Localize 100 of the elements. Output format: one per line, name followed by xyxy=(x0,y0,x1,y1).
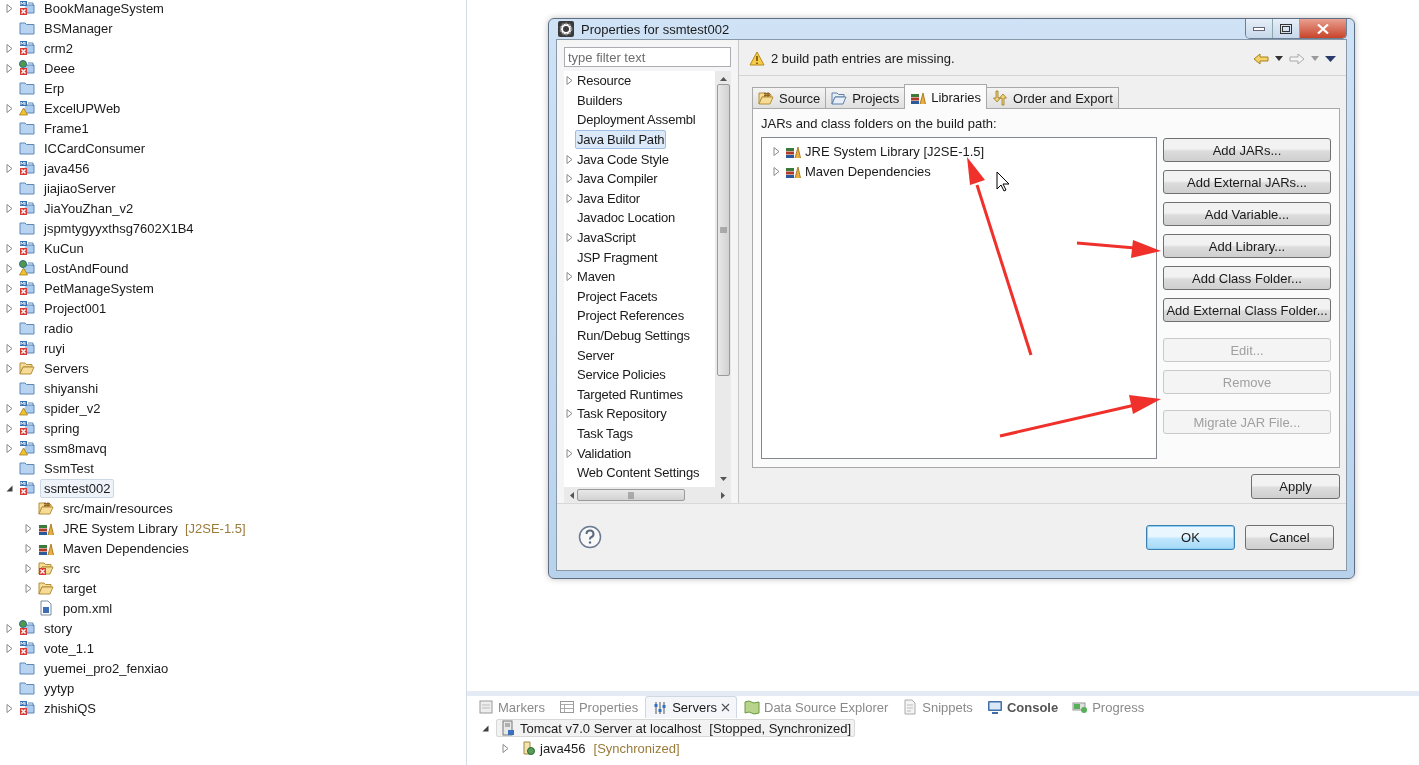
view-tab[interactable]: Console xyxy=(979,696,1066,718)
expand-arrow-icon[interactable] xyxy=(24,563,33,573)
category-item[interactable]: Javadoc Location xyxy=(575,208,677,228)
expand-arrow-icon[interactable] xyxy=(5,163,14,173)
expand-arrow-icon[interactable] xyxy=(5,103,14,113)
view-tab[interactable]: Progress xyxy=(1065,696,1152,718)
project-item[interactable]: ExcelUPWeb xyxy=(40,98,125,118)
expand-arrow-icon[interactable] xyxy=(565,448,574,458)
expand-arrow-icon[interactable] xyxy=(5,363,14,373)
project-item[interactable]: ssm8mavq xyxy=(40,438,111,458)
tab[interactable]: Projects xyxy=(825,87,906,108)
expand-arrow-icon[interactable] xyxy=(5,623,14,633)
project-item[interactable]: shiyanshi xyxy=(40,378,103,398)
category-item[interactable]: JavaScript xyxy=(575,228,638,248)
tab[interactable]: Order and Export xyxy=(986,87,1119,108)
expand-arrow-icon[interactable] xyxy=(5,43,14,53)
category-item[interactable]: Resource xyxy=(575,71,634,91)
ok-button[interactable]: OK xyxy=(1146,524,1235,550)
category-item[interactable]: Validation xyxy=(575,443,634,463)
help-icon[interactable] xyxy=(578,525,602,549)
expand-arrow-icon[interactable] xyxy=(565,193,574,203)
category-item[interactable]: Java Code Style xyxy=(575,149,671,169)
scroll-down-icon[interactable] xyxy=(719,477,727,481)
project-item[interactable]: src xyxy=(59,558,85,578)
project-item[interactable]: src/main/resources xyxy=(59,498,177,518)
project-item[interactable]: LostAndFound xyxy=(40,258,133,278)
category-item[interactable]: Project Facets xyxy=(575,286,660,306)
expand-arrow-icon[interactable] xyxy=(772,146,781,156)
project-item[interactable]: BSManager xyxy=(40,18,117,38)
tab[interactable]: Libraries xyxy=(904,84,988,109)
category-item[interactable]: Task Repository xyxy=(575,404,669,424)
expand-arrow-icon[interactable] xyxy=(5,203,14,213)
category-item[interactable]: Task Tags xyxy=(575,424,635,443)
expand-arrow-icon[interactable] xyxy=(5,403,14,413)
expand-arrow-icon[interactable] xyxy=(565,154,574,164)
tab[interactable]: Source xyxy=(752,87,827,108)
server-item[interactable]: Tomcat v7.0 Server at localhost [Stopped, Synchronized] xyxy=(496,719,855,737)
category-item[interactable]: Server xyxy=(575,345,617,365)
expand-arrow-icon[interactable] xyxy=(24,523,33,533)
expand-arrow-icon[interactable] xyxy=(5,303,14,313)
category-item[interactable]: Web Content Settings xyxy=(575,463,702,483)
project-item[interactable]: ssmtest002 xyxy=(40,478,115,498)
side-button[interactable]: Add JARs... xyxy=(1163,138,1331,162)
project-item[interactable]: jiajiaoServer xyxy=(40,178,120,198)
category-item[interactable]: Deployment Assembl xyxy=(575,110,698,130)
expand-arrow-icon[interactable] xyxy=(565,233,574,243)
project-item[interactable]: JRE System Library xyxy=(59,518,182,538)
category-item[interactable]: Java Build Path xyxy=(575,130,667,150)
side-button[interactable]: Add Library... xyxy=(1163,234,1331,258)
forward-arrow-icon[interactable] xyxy=(1289,52,1305,65)
expand-arrow-icon[interactable] xyxy=(501,743,510,753)
library-entry[interactable]: JRE System Library [J2SE-1.5] xyxy=(805,143,985,159)
close-button[interactable] xyxy=(1300,19,1346,38)
expand-arrow-icon[interactable] xyxy=(5,443,14,453)
project-item[interactable]: ruyi xyxy=(40,338,69,358)
expand-arrow-icon[interactable] xyxy=(5,343,14,353)
project-item[interactable]: JiaYouZhan_v2 xyxy=(40,198,138,218)
project-item[interactable]: yuemei_pro2_fenxiao xyxy=(40,658,173,678)
expand-arrow-icon[interactable] xyxy=(565,174,574,184)
project-item[interactable]: target xyxy=(59,578,101,598)
category-item[interactable]: Java Compiler xyxy=(575,169,660,189)
minimize-button[interactable] xyxy=(1246,19,1273,38)
scroll-right-icon[interactable] xyxy=(721,491,725,499)
expand-arrow-icon[interactable] xyxy=(5,643,14,653)
project-item[interactable]: vote_1.1 xyxy=(40,638,98,658)
expand-arrow-icon[interactable] xyxy=(565,409,574,419)
project-item[interactable]: PetManageSystem xyxy=(40,278,158,298)
view-tab[interactable]: Properties xyxy=(551,696,646,718)
side-button[interactable]: Add Variable... xyxy=(1163,202,1331,226)
project-item[interactable]: Project001 xyxy=(40,298,111,318)
filter-field[interactable]: type filter text xyxy=(564,47,731,67)
project-item[interactable]: Erp xyxy=(40,78,69,98)
project-item[interactable]: spider_v2 xyxy=(40,398,105,418)
project-item[interactable]: Deee xyxy=(40,58,80,78)
expand-arrow-icon[interactable] xyxy=(5,263,14,273)
category-item[interactable]: Java Editor xyxy=(575,188,642,208)
category-item[interactable]: Service Policies xyxy=(575,365,668,385)
expand-arrow-icon[interactable] xyxy=(24,583,33,593)
expand-arrow-icon[interactable] xyxy=(5,423,14,433)
view-tab[interactable]: Servers xyxy=(645,696,737,718)
view-tab[interactable]: Markers xyxy=(471,696,552,718)
expand-arrow-icon[interactable] xyxy=(24,543,33,553)
project-item[interactable]: Servers xyxy=(40,358,93,378)
expand-arrow-icon[interactable] xyxy=(5,283,14,293)
category-item[interactable]: Maven xyxy=(575,267,618,287)
project-item[interactable]: pom.xml xyxy=(59,598,117,618)
project-item[interactable]: KuCun xyxy=(40,238,88,258)
expand-arrow-icon[interactable] xyxy=(5,3,14,13)
project-item[interactable]: SsmTest xyxy=(40,458,98,478)
vertical-scrollbar[interactable] xyxy=(715,71,731,487)
project-item[interactable]: yytyp xyxy=(40,678,79,698)
project-item[interactable]: java456 xyxy=(40,158,94,178)
project-item[interactable]: zhishiQS xyxy=(40,698,101,718)
scroll-left-icon[interactable] xyxy=(570,491,574,499)
project-item[interactable]: Maven Dependencies xyxy=(59,538,193,558)
view-tab[interactable]: Data Source Explorer xyxy=(737,696,896,718)
menu-icon[interactable] xyxy=(1325,55,1336,62)
side-button[interactable]: Add External JARs... xyxy=(1163,170,1331,194)
expand-arrow-icon[interactable] xyxy=(5,243,14,253)
dropdown-icon[interactable] xyxy=(1275,56,1283,61)
